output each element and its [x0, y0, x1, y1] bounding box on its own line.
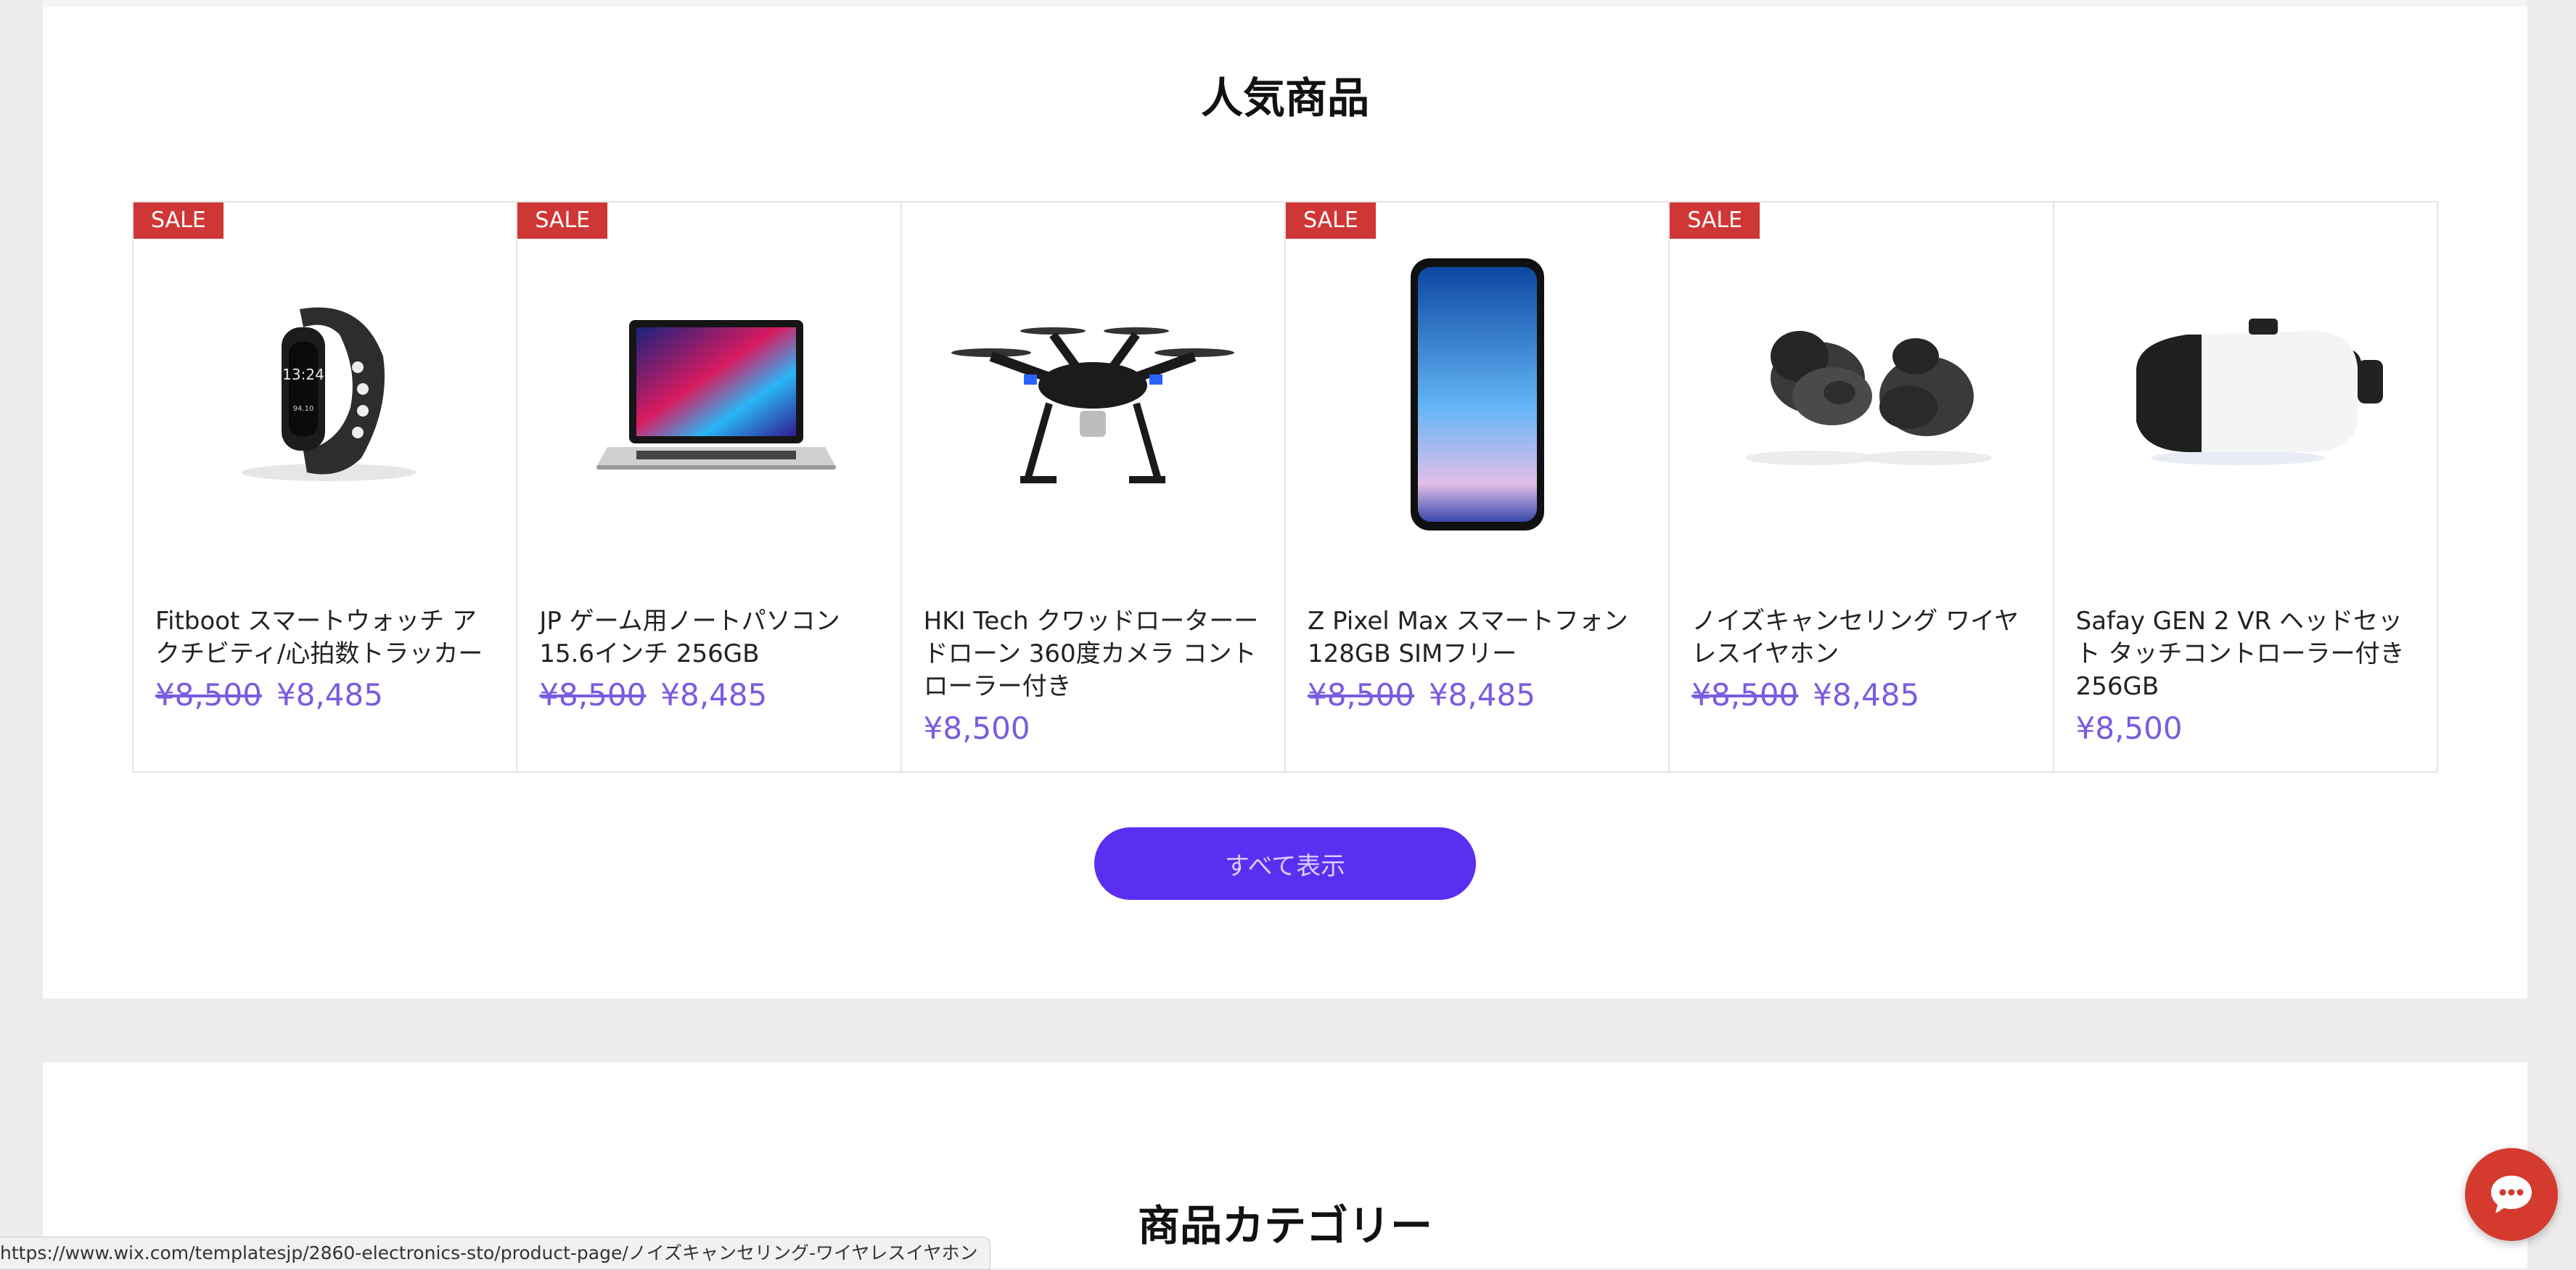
featured-products-section: 人気商品 SALE 13:24 94.10 Fitboot スマートウォッチ ア… — [43, 0, 2527, 999]
price: ¥8,500 — [2075, 710, 2183, 746]
chat-button[interactable] — [2465, 1148, 2558, 1241]
chat-bubble-icon — [2491, 1176, 2532, 1213]
product-grid: SALE 13:24 94.10 Fitboot スマートウォッチ アクチビティ… — [132, 201, 2438, 773]
product-name[interactable]: ノイズキャンセリング ワイヤレスイヤホン — [1691, 605, 2033, 671]
product-card[interactable]: SALE Z Pixel Max スマートフォン 128GB SIMフリー ¥8… — [1285, 202, 1670, 771]
product-price: ¥8,500 — [924, 710, 1030, 746]
sale-ribbon: SALE — [1670, 202, 1760, 239]
drone-icon — [951, 327, 1235, 483]
product-card[interactable]: SALE 13:24 94.10 Fitboot スマートウォッチ アクチビティ… — [134, 202, 518, 771]
laptop-icon — [596, 320, 836, 470]
product-price: ¥8,500 ¥8,485 — [539, 677, 767, 713]
svg-text:13:24: 13:24 — [282, 366, 324, 383]
product-image[interactable]: 13:24 94.10 — [134, 202, 516, 583]
product-image[interactable] — [1286, 202, 1668, 583]
product-name[interactable]: Fitboot スマートウォッチ アクチビティ/心拍数トラッカー — [155, 605, 497, 671]
product-price: ¥8,500 ¥8,485 — [1691, 677, 1919, 713]
sale-ribbon: SALE — [1285, 202, 1376, 239]
product-price: ¥8,500 — [2076, 710, 2183, 746]
svg-text:94.10: 94.10 — [292, 405, 313, 413]
sale-ribbon: SALE — [517, 202, 608, 239]
product-image[interactable] — [517, 202, 900, 583]
product-name[interactable]: Safay GEN 2 VR ヘッドセット タッチコントローラー付き 256GB — [2076, 605, 2418, 703]
sale-price: ¥8,485 — [660, 677, 768, 713]
product-name[interactable]: HKI Tech クワッドローターードローン 360度カメラ コントローラー付き — [924, 605, 1266, 703]
original-price: ¥8,500 — [155, 677, 262, 713]
sale-ribbon: SALE — [134, 202, 223, 239]
original-price: ¥8,500 — [539, 677, 647, 713]
product-image[interactable] — [2054, 202, 2437, 583]
original-price: ¥8,500 — [1691, 677, 1799, 713]
sale-price: ¥8,485 — [1428, 677, 1535, 713]
view-all-button[interactable]: すべて表示 — [1094, 827, 1476, 900]
section-title: 人気商品 — [1200, 73, 1369, 123]
original-price: ¥8,500 — [1307, 677, 1414, 713]
product-card[interactable]: Safay GEN 2 VR ヘッドセット タッチコントローラー付き 256GB… — [2054, 202, 2437, 771]
smartphone-icon — [1410, 258, 1544, 530]
earbuds-icon — [1744, 331, 1992, 465]
smartwatch-icon: 13:24 94.10 — [241, 307, 416, 481]
product-name[interactable]: JP ゲーム用ノートパソコン 15.6インチ 256GB — [539, 605, 881, 671]
vr-headset-icon — [2136, 319, 2384, 465]
product-card[interactable]: SALE JP ゲーム用ノートパソコン 15.6インチ 256GB ¥8,500… — [517, 202, 902, 771]
product-image[interactable] — [1670, 202, 2052, 583]
sale-price: ¥8,485 — [1813, 677, 1920, 713]
sale-price: ¥8,485 — [276, 677, 383, 713]
product-image[interactable] — [902, 202, 1284, 583]
link-preview-status-bar: https://www.wix.com/templatesjp/2860-ele… — [0, 1237, 990, 1270]
product-card[interactable]: SALE ノイズキャンセリング ワイヤレスイヤホン ¥8,500 ¥8,485 — [1670, 202, 2054, 771]
product-card[interactable]: HKI Tech クワッドローターードローン 360度カメラ コントローラー付き… — [902, 202, 1286, 771]
product-price: ¥8,500 ¥8,485 — [155, 677, 383, 713]
product-price: ¥8,500 ¥8,485 — [1308, 677, 1535, 713]
section-top-divider — [43, 0, 2527, 7]
price: ¥8,500 — [923, 710, 1030, 746]
product-name[interactable]: Z Pixel Max スマートフォン 128GB SIMフリー — [1308, 605, 1649, 671]
